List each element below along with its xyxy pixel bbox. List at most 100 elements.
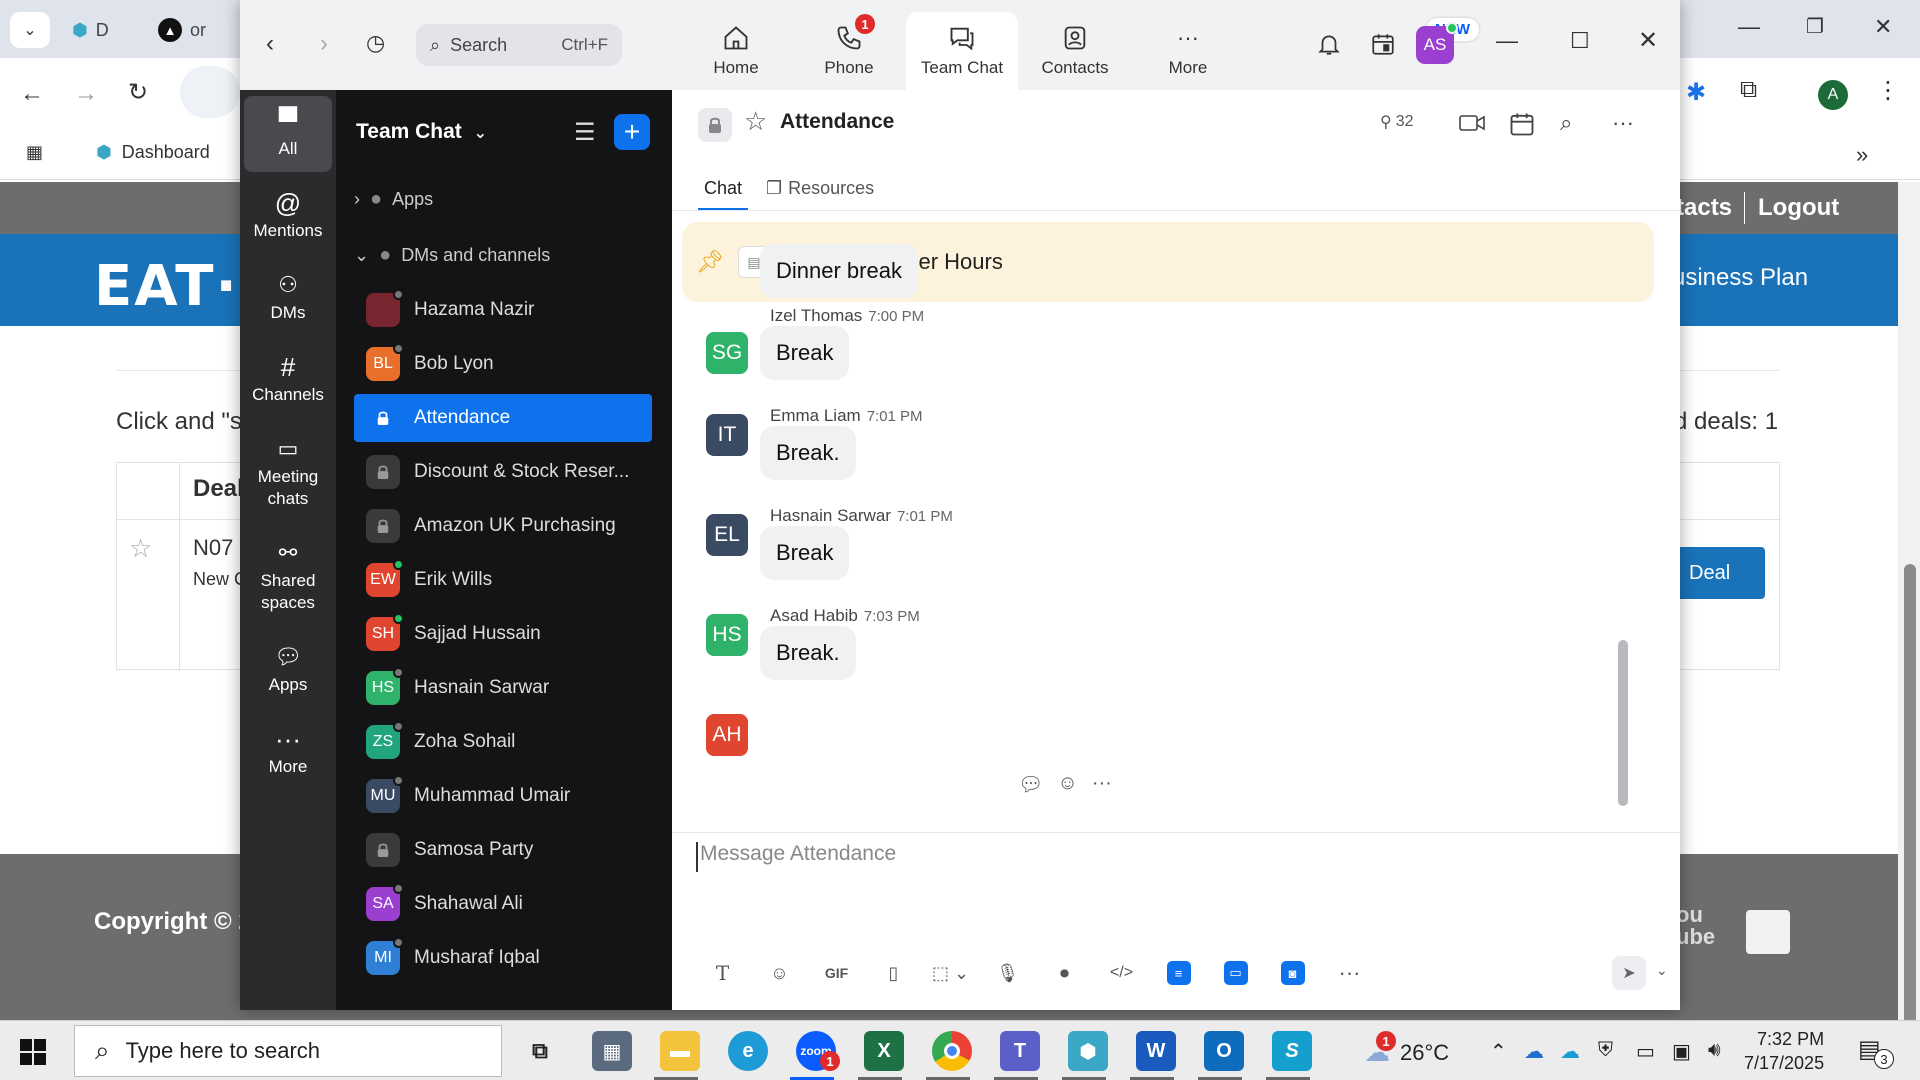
browser-menu-icon[interactable]: ⋮ — [1876, 76, 1900, 105]
star-icon[interactable]: ☆ — [129, 533, 152, 564]
history-icon[interactable]: ◷ — [366, 30, 385, 56]
puzzle-extensions-icon[interactable]: ⧉ — [1740, 76, 1757, 104]
calculator-icon[interactable]: ▦ — [592, 1031, 632, 1071]
page-scroll-thumb[interactable] — [1904, 564, 1916, 1024]
video-icon[interactable] — [1458, 110, 1486, 141]
tab-chat[interactable]: Chat — [704, 178, 742, 199]
battery-icon[interactable]: ▭ — [1636, 1039, 1655, 1064]
rail-channels[interactable]: # Channels — [244, 350, 332, 406]
sender-name[interactable]: Izel Thomas — [770, 306, 862, 325]
message-bubble[interactable]: Dinner break — [760, 244, 918, 298]
bookmark-dashboard[interactable]: ⬢ Dashboard — [96, 142, 210, 163]
docs-app-icon[interactable]: ≡ — [1150, 958, 1207, 988]
browser-restore-icon[interactable]: ❐ — [1806, 14, 1824, 39]
notifications-bell-icon[interactable] — [1316, 30, 1342, 63]
whiteboard-app-icon[interactable]: ▭ — [1207, 958, 1264, 988]
tab-home[interactable]: Home — [680, 12, 792, 90]
tab-team-chat[interactable]: Team Chat — [906, 12, 1018, 90]
message-bubble[interactable]: Break — [760, 326, 850, 380]
more-tools-icon[interactable]: ··· — [1321, 958, 1378, 988]
notification-center-icon[interactable]: ▤ 3 — [1858, 1035, 1894, 1069]
security-icon[interactable]: ⛨ — [1598, 1039, 1613, 1062]
section-apps[interactable]: › ● Apps — [354, 188, 433, 211]
more-bookmarks-icon[interactable]: » — [1856, 142, 1868, 168]
deal-button[interactable]: Deal — [1675, 547, 1765, 599]
channel-title[interactable]: Attendance — [780, 110, 894, 134]
chrome-icon[interactable] — [932, 1031, 972, 1071]
conversation-item[interactable]: ZS Zoha Sohail — [354, 718, 652, 766]
tab-search-chevron-icon[interactable]: ⌄ — [10, 12, 50, 48]
conversation-item[interactable]: Hazama Nazir — [354, 286, 652, 334]
tab-phone[interactable]: Phone 1 — [793, 12, 905, 90]
conversation-item[interactable]: Samosa Party — [354, 826, 652, 874]
members-count[interactable]: ⚲ 32 — [1380, 112, 1414, 132]
onedrive-icon[interactable]: ☁ — [1524, 1039, 1544, 1064]
apps-grid-icon[interactable]: ▦ — [26, 142, 43, 163]
conversation-item[interactable]: HS Hasnain Sarwar — [354, 664, 652, 712]
conversation-item[interactable]: Discount & Stock Reser... — [354, 448, 652, 496]
send-button[interactable]: ➤ — [1612, 956, 1646, 990]
search-box[interactable]: ⌕ Search Ctrl+F — [416, 24, 622, 66]
reload-icon[interactable]: ↻ — [128, 78, 148, 107]
calendar-icon[interactable] — [1370, 30, 1396, 63]
conversation-item[interactable]: Amazon UK Purchasing — [354, 502, 652, 550]
close-icon[interactable]: ✕ — [1638, 26, 1658, 55]
screenshot-icon[interactable]: ⬚ ⌄ — [922, 958, 979, 988]
message-bubble[interactable]: Break. — [760, 426, 856, 480]
excel-icon[interactable]: X — [864, 1031, 904, 1071]
rail-meeting-chats[interactable]: ▭ Meeting chats — [244, 432, 332, 510]
tab-more[interactable]: ··· More — [1132, 12, 1244, 90]
browser-minimize-icon[interactable]: — — [1738, 14, 1760, 40]
windows-start-icon[interactable] — [20, 1039, 46, 1065]
task-view-icon[interactable]: ⧉ — [520, 1031, 560, 1071]
text-format-icon[interactable]: T — [694, 958, 751, 988]
rail-apps[interactable]: 💬︎ Apps — [244, 640, 332, 696]
browser-tab[interactable]: ⬢ D — [72, 10, 109, 50]
back-arrow-icon[interactable]: ← — [20, 80, 44, 108]
reply-icon[interactable]: 💬︎ — [1018, 772, 1043, 797]
logout-link[interactable]: Logout — [1758, 194, 1839, 222]
weather-widget[interactable]: ☁ 1 26°C — [1364, 1031, 1449, 1068]
rail-shared-spaces[interactable]: ⚯ Shared spaces — [244, 536, 332, 614]
youtube-icon[interactable]: ou ube — [1676, 904, 1715, 948]
minimize-icon[interactable]: — — [1496, 28, 1518, 54]
message-input[interactable]: Message Attendance — [696, 842, 896, 872]
add-reaction-icon[interactable]: ☺ — [1057, 772, 1077, 797]
emoji-icon[interactable]: ☺ — [751, 958, 808, 988]
back-chevron-icon[interactable]: ‹ — [266, 30, 274, 58]
message-avatar[interactable]: HS — [706, 614, 748, 656]
video-message-icon[interactable]: ⏺ — [1036, 958, 1093, 988]
profile-avatar[interactable]: A — [1818, 80, 1848, 110]
forward-chevron-icon[interactable]: › — [320, 30, 328, 58]
section-dms-channels[interactable]: ⌄ ● DMs and channels — [354, 244, 550, 267]
outlook-icon[interactable]: O — [1204, 1031, 1244, 1071]
browser-tab[interactable]: ▲ or — [158, 10, 206, 50]
conversation-item[interactable]: BL Bob Lyon — [354, 340, 652, 388]
more-actions-icon[interactable]: ··· — [1092, 772, 1112, 797]
onedrive-personal-icon[interactable]: ☁ — [1560, 1039, 1580, 1064]
calendar-icon[interactable] — [1508, 110, 1536, 143]
message-bubble[interactable]: Break — [760, 526, 850, 580]
code-snippet-icon[interactable]: </> — [1093, 958, 1150, 988]
business-plan-link[interactable]: usiness Plan — [1672, 264, 1808, 292]
contacts-link[interactable]: tacts — [1676, 194, 1732, 222]
conversation-item[interactable]: SH Sajjad Hussain — [354, 610, 652, 658]
address-bar[interactable] — [180, 66, 240, 118]
browser-close-icon[interactable]: ✕ — [1874, 14, 1892, 40]
message-avatar[interactable]: AH — [706, 714, 748, 756]
deal-id[interactable]: N07 — [193, 535, 233, 561]
message-avatar[interactable]: IT — [706, 414, 748, 456]
forward-arrow-icon[interactable]: → — [74, 80, 98, 108]
more-options-icon[interactable]: ··· — [1612, 110, 1634, 136]
list-title[interactable]: Team Chat ⌄ — [356, 120, 487, 144]
rail-dms[interactable]: ⚇ DMs — [244, 268, 332, 324]
star-icon[interactable]: ☆ — [744, 106, 767, 137]
gif-icon[interactable]: GIF — [808, 958, 865, 988]
file-explorer-icon[interactable]: ▬ — [660, 1031, 700, 1071]
notes-app-icon[interactable]: ◙ — [1264, 958, 1321, 988]
conversation-item[interactable]: Attendance — [354, 394, 652, 442]
rail-all[interactable]: ▀ All — [244, 96, 332, 172]
message-avatar[interactable]: EL — [706, 514, 748, 556]
sender-name[interactable]: Emma Liam — [770, 406, 861, 425]
user-avatar[interactable]: AS — [1416, 22, 1458, 64]
